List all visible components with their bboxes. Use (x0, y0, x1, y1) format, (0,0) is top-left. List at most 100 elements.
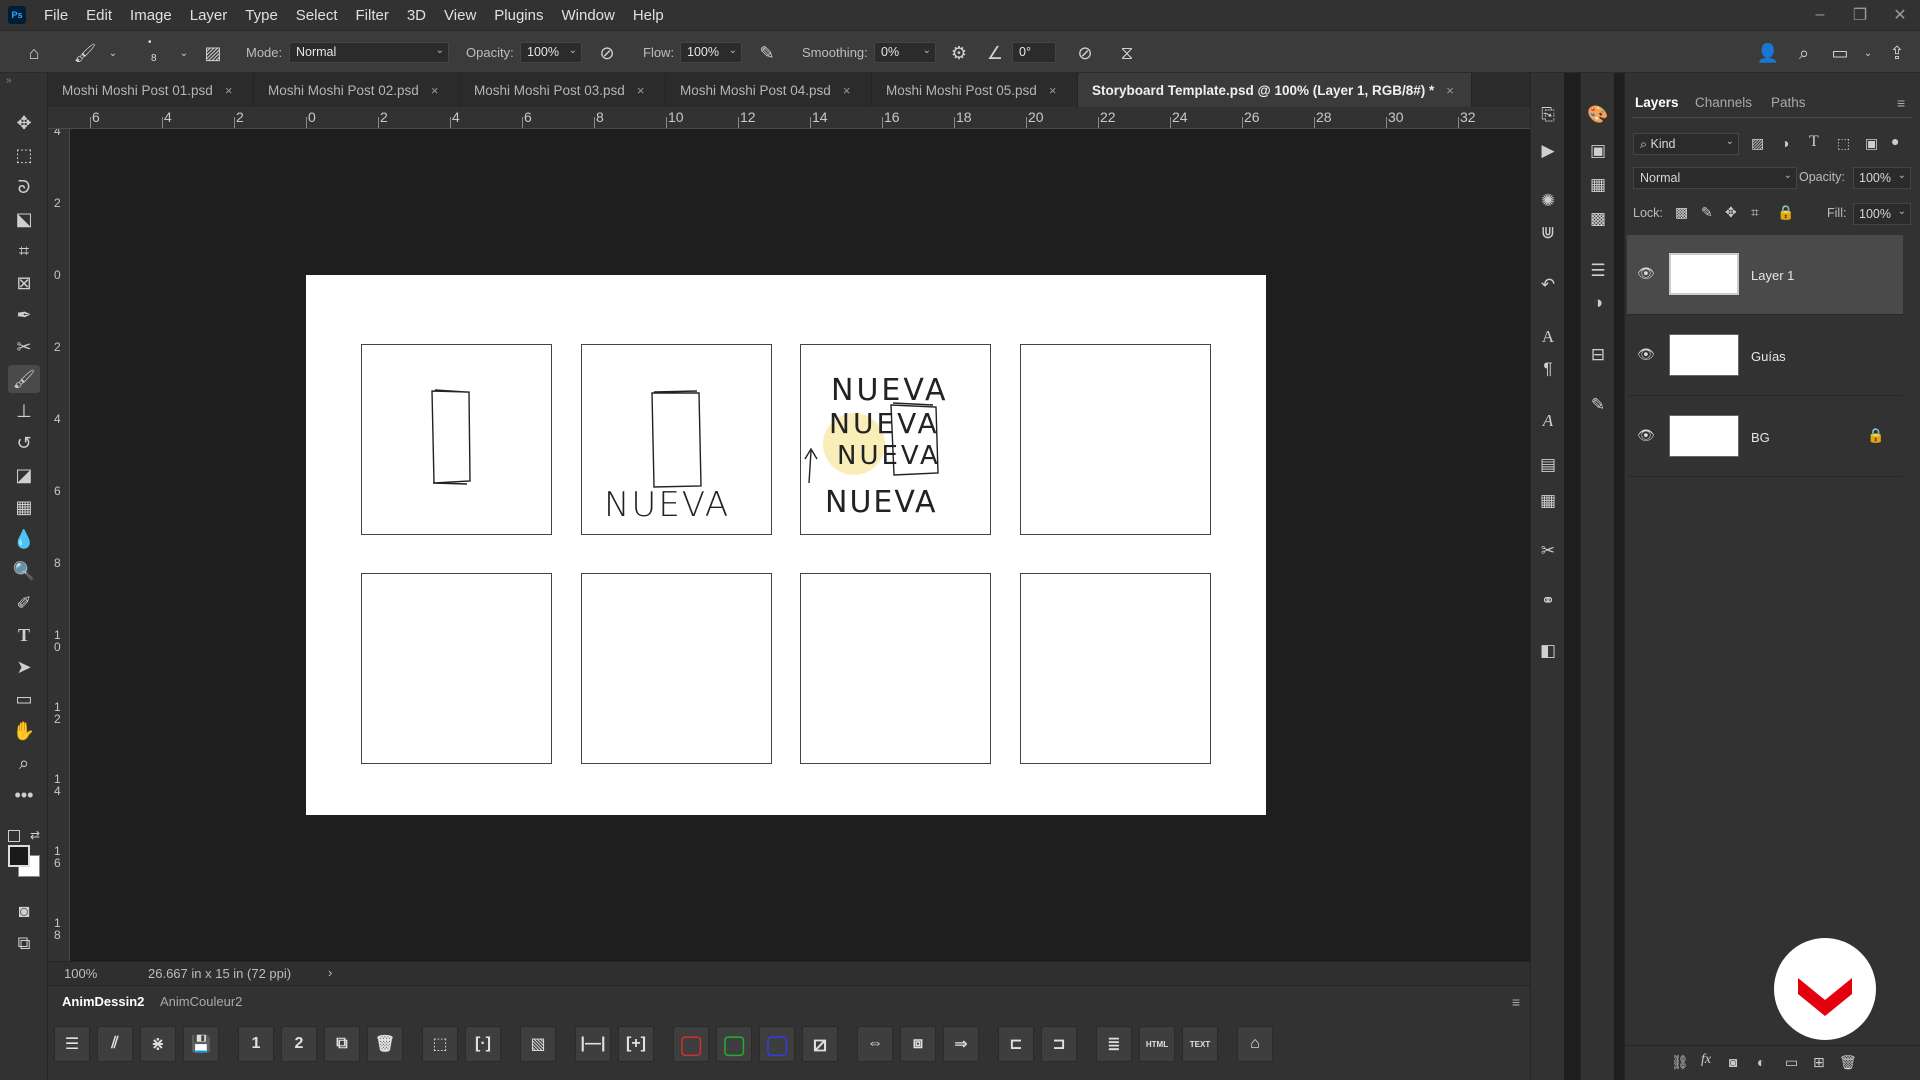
text-icon[interactable]: TEXT (1182, 1026, 1218, 1062)
extend-icon[interactable]: |—| (575, 1026, 611, 1062)
default-colors-icon[interactable] (8, 830, 20, 842)
workspace-icon[interactable]: ▭ (1827, 40, 1853, 66)
brush-preset-dot[interactable]: • (148, 37, 152, 48)
type-tool-icon[interactable]: T (8, 621, 40, 649)
move-tool-icon[interactable]: ✥ (8, 109, 40, 137)
tab-moshi-post-04[interactable]: Moshi Moshi Post 04.psd × (666, 73, 872, 107)
history-brush-tool-icon[interactable]: ↺ (8, 429, 40, 457)
screen-mode-icon[interactable]: ⧉ (8, 929, 40, 957)
close-icon[interactable]: × (637, 83, 645, 98)
gradient-tool-icon[interactable]: ▦ (8, 493, 40, 521)
share-icon[interactable]: ⇪ (1884, 40, 1910, 66)
empty-square-icon[interactable]: ⧄ (802, 1026, 838, 1062)
brush-tool-icon[interactable]: 🖌 (72, 40, 98, 66)
document-canvas[interactable]: NUEVA NUEVA NUEVA NUEVA NUEVA (306, 275, 1266, 815)
styles-icon[interactable]: ◑ (1586, 291, 1610, 315)
menu-type[interactable]: Type (245, 7, 278, 24)
menu-window[interactable]: Window (561, 7, 614, 24)
trim-left-icon[interactable]: ⊏ (998, 1026, 1034, 1062)
menu-file[interactable]: File (44, 7, 68, 24)
patterns-icon[interactable]: ▩ (1586, 207, 1610, 231)
frame-right-icon[interactable]: ⇒ (943, 1026, 979, 1062)
brushes-icon[interactable]: ⋓ (1536, 221, 1560, 245)
frame-1-icon[interactable]: 1 (238, 1026, 274, 1062)
foreground-color-swatch[interactable] (8, 845, 30, 867)
more-tools-icon[interactable]: ••• (8, 781, 40, 809)
blend-mode-select[interactable]: Normal ⌄ (1633, 167, 1797, 189)
layer-row-guias[interactable]: 👁 Guías (1627, 316, 1903, 396)
properties-icon[interactable]: ▤ (1536, 453, 1560, 477)
close-icon[interactable]: × (225, 83, 233, 98)
eraser-tool-icon[interactable]: ◪ (8, 461, 40, 489)
lock-pixels-icon[interactable]: ✎ (1701, 204, 1713, 221)
layer-opacity-field[interactable]: 100% ⌄ (1853, 167, 1911, 189)
clone-source-icon[interactable]: ↶ (1536, 273, 1560, 297)
trash-icon[interactable]: 🗑 (1839, 1054, 1857, 1071)
brush-preset-chevron-icon[interactable]: ⌄ (171, 40, 197, 66)
rectangle-tool-icon[interactable]: ▭ (8, 685, 40, 713)
filter-smart-object-icon[interactable]: ▣ (1865, 135, 1878, 152)
panel-menu-icon[interactable]: ≡ (1897, 95, 1905, 111)
menu-help[interactable]: Help (633, 7, 664, 24)
glyphs-icon[interactable]: A (1536, 409, 1560, 433)
lock-transparency-icon[interactable]: ▩ (1675, 204, 1688, 221)
adjustments-icon[interactable]: ☰ (1586, 259, 1610, 283)
menu-filter[interactable]: Filter (356, 7, 389, 24)
filter-toggle-icon[interactable]: ● (1891, 133, 1899, 149)
menu-image[interactable]: Image (130, 7, 172, 24)
status-arrow-icon[interactable]: › (328, 965, 332, 980)
filter-shape-icon[interactable]: ⬚ (1837, 135, 1850, 152)
blue-square-icon[interactable]: ▢ (759, 1026, 795, 1062)
filter-pixel-icon[interactable]: ▨ (1751, 135, 1764, 152)
adjustment-layer-icon[interactable]: ◐ (1757, 1054, 1765, 1070)
blur-tool-icon[interactable]: 💧 (8, 525, 40, 553)
new-layer-icon[interactable]: ⊞ (1813, 1054, 1825, 1071)
frame-2-icon[interactable]: 2 (281, 1026, 317, 1062)
brush-settings-icon[interactable]: ▨ (200, 40, 226, 66)
filter-kind-select[interactable]: ⌕ Kind ⌄ (1633, 133, 1739, 155)
brush-settings-icon[interactable]: ✺ (1536, 189, 1560, 213)
symmetry-icon[interactable]: ⧖ (1114, 40, 1140, 66)
fill-field[interactable]: 100% ⌄ (1853, 203, 1911, 225)
fx-icon[interactable]: fx (1701, 1052, 1711, 1068)
libraries-icon[interactable]: ⚭ (1536, 589, 1560, 613)
frame-left-icon[interactable]: ⇔ (857, 1026, 893, 1062)
layer-row-bg[interactable]: 👁 BG 🔒 (1627, 397, 1903, 477)
tab-moshi-post-05[interactable]: Moshi Moshi Post 05.psd × (872, 73, 1078, 107)
folder-icon[interactable]: ▭ (1785, 1054, 1798, 1071)
home-icon[interactable]: ⌂ (21, 40, 47, 66)
close-icon[interactable]: ✕ (1880, 0, 1920, 30)
search-icon[interactable]: ⌕ (1791, 40, 1817, 66)
mode-select[interactable]: Normal ⌄ (289, 42, 449, 63)
layer-comps-icon[interactable]: ⊟ (1586, 343, 1610, 367)
angle-field[interactable]: 0° (1012, 42, 1056, 63)
pen-tool-icon[interactable]: ✐ (8, 589, 40, 617)
close-icon[interactable]: × (843, 83, 851, 98)
tab-moshi-post-03[interactable]: Moshi Moshi Post 03.psd × (460, 73, 666, 107)
menu-plugins[interactable]: Plugins (494, 7, 543, 24)
notes-icon[interactable]: ≣ (1096, 1026, 1132, 1062)
marquee-tool-icon[interactable]: ⬚ (8, 141, 40, 169)
workspace-chevron-icon[interactable]: ⌄ (1855, 40, 1881, 66)
filter-adjustment-icon[interactable]: ◑ (1781, 135, 1789, 151)
close-icon[interactable]: × (1446, 83, 1454, 98)
dodge-tool-icon[interactable]: 🔍 (8, 557, 40, 585)
eye-icon[interactable]: 👁 (1637, 265, 1655, 282)
bracket-icon[interactable]: [·] (465, 1026, 501, 1062)
export-icon[interactable]: ⌂ (1237, 1026, 1273, 1062)
link-layers-icon[interactable]: ⛓ (1671, 1054, 1689, 1071)
lock-artboard-icon[interactable]: ⌗ (1751, 204, 1759, 221)
red-square-icon[interactable]: ▢ (673, 1026, 709, 1062)
menu-select[interactable]: Select (296, 7, 338, 24)
zoom-tool-icon[interactable]: ⌕ (8, 749, 40, 777)
close-icon[interactable]: × (431, 83, 439, 98)
history-icon[interactable]: ⎘ (1536, 103, 1560, 127)
notes-icon[interactable]: ▦ (1536, 489, 1560, 513)
color-palette-icon[interactable]: 🎨 (1586, 103, 1610, 127)
tools-icon[interactable]: ✂ (1536, 539, 1560, 563)
pressure-size-icon[interactable]: ⊘ (1072, 40, 1098, 66)
quick-mask-icon[interactable]: ◙ (8, 897, 40, 925)
html-icon[interactable]: HTML (1139, 1026, 1175, 1062)
timeline-icon[interactable]: ☰ (54, 1026, 90, 1062)
chevron-down-icon[interactable]: ⌄ (100, 40, 126, 66)
